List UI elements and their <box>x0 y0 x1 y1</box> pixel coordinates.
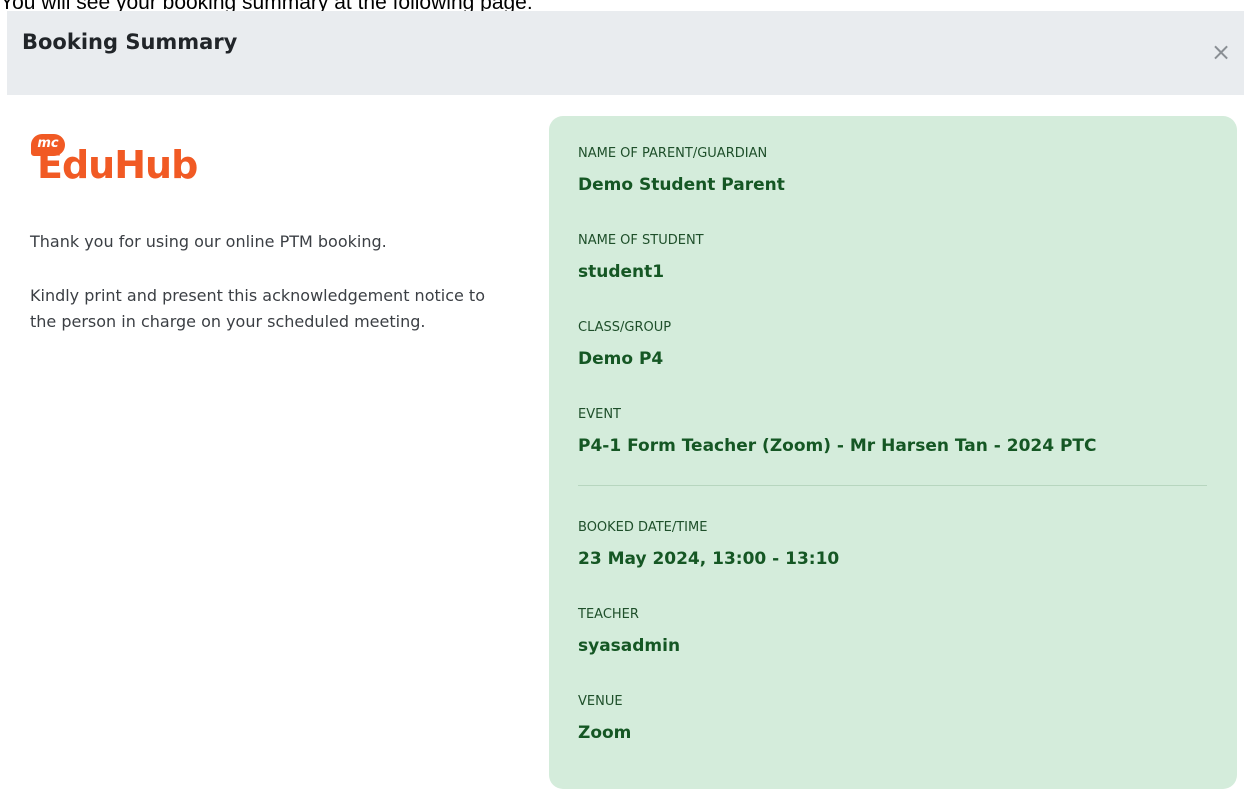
thank-you-message: Thank you for using our online PTM booki… <box>30 232 387 251</box>
venue-value: Zoom <box>578 723 632 743</box>
card-divider <box>578 485 1207 486</box>
student-name-value: student1 <box>578 262 665 282</box>
class-group-label: CLASS/GROUP <box>578 320 672 335</box>
booking-summary-card: NAME OF PARENT/GUARDIAN Demo Student Par… <box>549 116 1237 789</box>
event-value: P4-1 Form Teacher (Zoom) - Mr Harsen Tan… <box>578 436 1097 456</box>
modal-title: Booking Summary <box>22 30 238 54</box>
venue-label: VENUE <box>578 694 623 709</box>
teacher-label: TEACHER <box>578 607 639 622</box>
print-instruction-message: Kindly print and present this acknowledg… <box>30 286 485 331</box>
parent-name-label: NAME OF PARENT/GUARDIAN <box>578 146 768 161</box>
teacher-value: syasadmin <box>578 636 681 656</box>
close-icon[interactable]: × <box>1210 40 1232 65</box>
booked-datetime-label: BOOKED DATE/TIME <box>578 520 708 535</box>
student-name-label: NAME OF STUDENT <box>578 233 704 248</box>
event-label: EVENT <box>578 407 621 422</box>
booked-datetime-value: 23 May 2024, 13:00 - 13:10 <box>578 549 840 569</box>
eduhub-logo: mc EduHub <box>31 134 243 190</box>
parent-name-value: Demo Student Parent <box>578 175 785 195</box>
logo-wordmark: EduHub <box>37 143 198 187</box>
class-group-value: Demo P4 <box>578 349 664 369</box>
